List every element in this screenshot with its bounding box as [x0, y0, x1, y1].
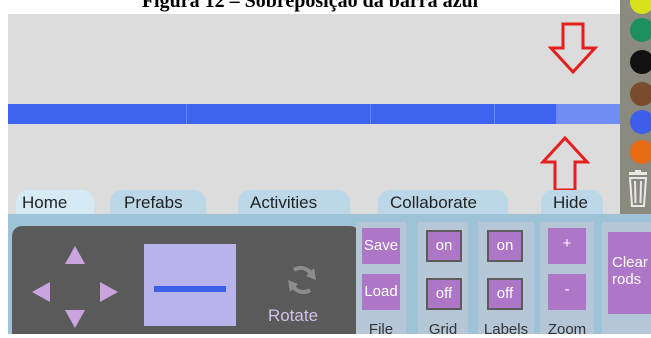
tab-home[interactable]: Home [16, 190, 94, 214]
zoom-column-label: Zoom [547, 321, 587, 338]
labels-column-label: Labels [483, 321, 529, 338]
tab-hide-label: Hide [553, 193, 588, 212]
tab-home-label: Home [22, 193, 68, 212]
color-swatch-black[interactable] [630, 50, 651, 74]
rotate-icon[interactable] [282, 260, 322, 300]
arrow-up-icon[interactable] [65, 246, 85, 264]
grid-on-button[interactable]: on [426, 230, 462, 262]
clear-column: Clear rods [602, 222, 651, 334]
arrow-down-icon[interactable] [65, 310, 85, 328]
rotate-label[interactable]: Rotate [257, 306, 329, 326]
arrow-left-icon[interactable] [32, 282, 50, 302]
color-swatch-green[interactable] [630, 18, 651, 42]
labels-off-button[interactable]: off [487, 278, 523, 310]
toolbar: Rotate Save Load File on off Grid on off… [8, 214, 651, 338]
figure-caption: Figura 12 – Sobreposição da barra azul [0, 0, 620, 14]
zoom-in-button[interactable]: + [548, 228, 586, 264]
tab-activities-label: Activities [250, 193, 318, 212]
rod-divider [556, 104, 557, 124]
figure-caption-text: Figura 12 – Sobreposição da barra azul [141, 0, 479, 12]
blue-rod[interactable] [8, 104, 556, 124]
direction-pad[interactable] [28, 244, 122, 330]
rod-control-panel: Rotate [12, 226, 360, 334]
grid-off-button[interactable]: off [426, 278, 462, 310]
rod-preview [144, 244, 236, 326]
file-column-label: File [368, 321, 394, 338]
tab-hide[interactable]: Hide [541, 190, 603, 214]
blue-rod-overlap[interactable] [556, 104, 620, 124]
trash-icon[interactable] [625, 170, 651, 210]
clear-rods-button[interactable]: Clear rods [608, 232, 651, 314]
grid-column-label: Grid [428, 321, 458, 338]
rod-divider [370, 104, 371, 124]
color-swatch-orange[interactable] [630, 140, 651, 164]
arrow-right-icon[interactable] [100, 282, 118, 302]
color-swatch-yellow[interactable] [630, 0, 651, 14]
tab-collaborate-label: Collaborate [390, 193, 477, 212]
tab-bar: Home Prefabs Activities Collaborate Hide [8, 190, 620, 214]
save-button[interactable]: Save [362, 228, 400, 264]
zoom-column: + - Zoom [540, 222, 594, 338]
rod-divider [494, 104, 495, 124]
color-swatch-brown[interactable] [630, 82, 651, 106]
labels-on-button[interactable]: on [487, 230, 523, 262]
tab-activities[interactable]: Activities [238, 190, 350, 214]
tab-prefabs-label: Prefabs [124, 193, 183, 212]
file-column: Save Load File [356, 222, 406, 338]
color-swatch-blue[interactable] [630, 110, 651, 134]
tab-collaborate[interactable]: Collaborate [378, 190, 508, 214]
labels-column: on off Labels [478, 222, 534, 338]
rod-divider [186, 104, 187, 124]
arrow-up-icon [540, 136, 590, 192]
grid-column: on off Grid [418, 222, 468, 338]
zoom-out-button[interactable]: - [548, 274, 586, 310]
workspace-canvas[interactable] [8, 14, 620, 214]
load-button[interactable]: Load [362, 274, 400, 310]
rod-preview-bar [154, 286, 226, 292]
tab-prefabs[interactable]: Prefabs [110, 190, 206, 214]
arrow-down-icon [548, 22, 598, 74]
